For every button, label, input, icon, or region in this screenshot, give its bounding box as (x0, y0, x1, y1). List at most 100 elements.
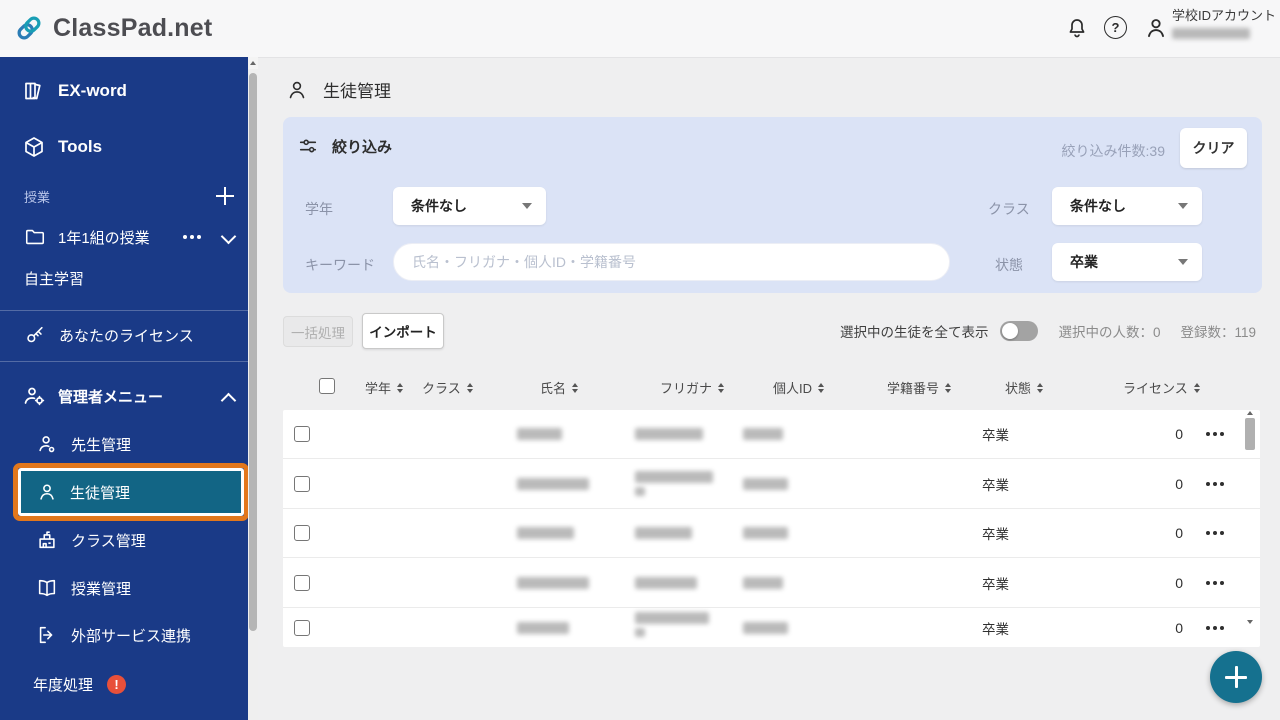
name-redacted (517, 621, 569, 634)
row-menu-icon[interactable] (1213, 481, 1217, 486)
sidebar-scrollbar (248, 57, 258, 720)
grade-dropdown[interactable]: 条件なし (393, 187, 546, 225)
class-label: クラス (988, 201, 1030, 217)
table-header: 学年 クラス 氏名 フリガナ 個人ID 学籍番号 状態 ライセンス (283, 368, 1260, 410)
scroll-up-arrow[interactable] (1247, 411, 1253, 415)
app-header: ClassPad.net ? 学校IDアカウント (0, 0, 1280, 58)
sidebar-item-exword[interactable]: EX-word (22, 71, 127, 111)
status-dropdown[interactable]: 卒業 (1052, 243, 1202, 281)
student-person-icon (285, 78, 309, 102)
license-cell: 0 (1175, 619, 1183, 636)
id-redacted (743, 576, 783, 589)
scroll-down-arrow[interactable] (1247, 620, 1253, 624)
status-cell: 卒業 (982, 428, 1009, 443)
row-checkbox[interactable] (294, 525, 310, 541)
scrollbar-thumb[interactable] (1245, 418, 1255, 450)
status-label: 状態 (995, 257, 1023, 273)
admin-person-gear-icon (22, 384, 46, 408)
account-id-redacted (1172, 27, 1250, 39)
folder-icon (24, 226, 46, 248)
row-menu-icon[interactable] (1213, 531, 1217, 535)
row-menu-icon[interactable] (1213, 432, 1217, 436)
notifications-bell-icon[interactable] (1065, 16, 1089, 40)
app-name: ClassPad.net (53, 13, 213, 42)
lesson-chevron-down-icon[interactable] (220, 228, 237, 245)
license-cell: 0 (1175, 574, 1183, 591)
sidebar-item-external-services[interactable]: 外部サービス連携 (36, 615, 191, 655)
show-selected-label: 選択中の生徒を全て表示 (839, 325, 989, 340)
clear-button[interactable]: クリア (1180, 128, 1247, 168)
class-dropdown[interactable]: 条件なし (1052, 187, 1202, 225)
header-class[interactable]: クラス (422, 378, 473, 397)
filter-count: 絞り込み件数:39 (1061, 143, 1165, 159)
filter-sliders-icon (297, 135, 319, 157)
sidebar-item-admin-menu[interactable]: 管理者メニュー (22, 376, 163, 416)
id-redacted (743, 527, 788, 539)
help-icon[interactable]: ? (1104, 16, 1128, 40)
row-menu-icon[interactable] (1213, 580, 1217, 585)
header-grade[interactable]: 学年 (365, 378, 404, 397)
status-cell: 卒業 (982, 576, 1009, 592)
table-row: 卒業 0 (283, 509, 1260, 558)
selected-item-highlight: 生徒管理 (13, 463, 249, 521)
selected-count: 選択中の人数：0 (1058, 325, 1161, 340)
add-lesson-plus-icon[interactable] (216, 187, 234, 205)
header-license[interactable]: ライセンス (1123, 378, 1200, 397)
account-info[interactable]: 学校IDアカウント (1172, 8, 1276, 44)
sort-icon (818, 382, 825, 393)
header-kana[interactable]: フリガナ (660, 378, 725, 397)
lesson-more-icon[interactable] (190, 235, 194, 239)
header-student-number[interactable]: 学籍番号 (887, 378, 952, 397)
external-link-box-icon (36, 624, 58, 646)
row-checkbox[interactable] (294, 426, 310, 442)
table-row: 卒業 0 (283, 608, 1260, 647)
row-checkbox[interactable] (294, 574, 310, 591)
scrollbar-thumb[interactable] (249, 73, 257, 631)
row-checkbox[interactable] (294, 475, 310, 492)
sidebar-item-tools[interactable]: Tools (22, 127, 102, 167)
id-redacted (743, 621, 788, 634)
name-redacted (517, 477, 589, 490)
row-menu-icon[interactable] (1213, 625, 1217, 630)
scroll-up-arrow[interactable] (248, 57, 258, 69)
lessons-section-label: 授業 (24, 189, 51, 205)
divider (0, 310, 248, 311)
admin-menu-chevron-up-icon[interactable] (220, 392, 237, 409)
table-scrollbar (1245, 410, 1256, 647)
teacher-icon (36, 433, 58, 455)
grade-label: 学年 (305, 201, 333, 217)
name-redacted (517, 428, 562, 440)
sidebar-item-student-mgmt[interactable]: 生徒管理 (18, 468, 244, 516)
sidebar-item-lesson[interactable]: 1年1組の授業 (24, 217, 150, 257)
open-book-icon (36, 577, 58, 599)
sidebar-item-class-mgmt[interactable]: クラス管理 (36, 520, 146, 560)
sidebar-item-self-study[interactable]: 自主学習 (24, 260, 84, 296)
sidebar-item-year-processing[interactable]: 年度処理 ! (33, 664, 127, 704)
divider (0, 361, 248, 362)
add-student-fab[interactable] (1210, 651, 1262, 703)
header-name[interactable]: 氏名 (540, 378, 579, 397)
page-title: 生徒管理 (285, 77, 391, 102)
keyword-input[interactable] (393, 243, 950, 281)
table-row: 卒業 0 (283, 459, 1260, 509)
header-personal-id[interactable]: 個人ID (773, 378, 825, 397)
select-all-checkbox[interactable] (319, 378, 335, 394)
sidebar-item-lesson-mgmt[interactable]: 授業管理 (36, 568, 131, 608)
app-logo[interactable]: ClassPad.net (14, 13, 212, 43)
caret-down-icon (1178, 259, 1188, 265)
caret-down-icon (1178, 203, 1188, 209)
sort-icon (572, 382, 579, 393)
cube-icon (22, 135, 46, 159)
row-checkbox[interactable] (294, 619, 310, 636)
sort-icon (397, 382, 404, 393)
caret-down-icon (522, 203, 532, 209)
account-person-icon[interactable] (1143, 15, 1167, 39)
show-selected-toggle[interactable] (1000, 321, 1039, 341)
dictionary-icon (22, 79, 46, 103)
sidebar-item-your-license[interactable]: あなたのライセンス (24, 315, 194, 355)
sidebar-item-teacher-mgmt[interactable]: 先生管理 (36, 424, 131, 464)
name-redacted (517, 527, 574, 539)
sort-icon (945, 382, 952, 393)
header-status[interactable]: 状態 (1005, 378, 1044, 397)
import-button[interactable]: インポート (362, 313, 444, 349)
